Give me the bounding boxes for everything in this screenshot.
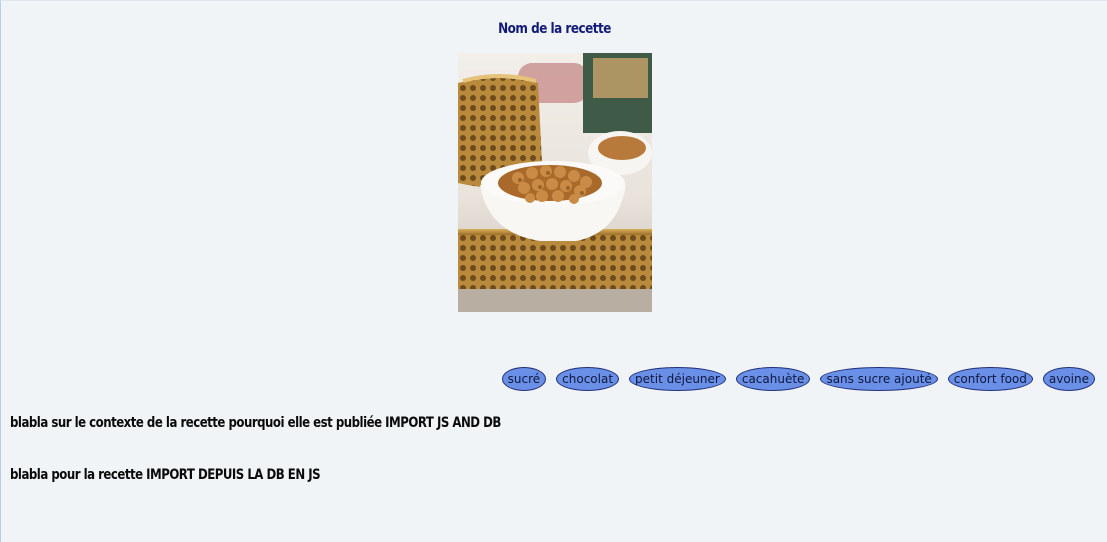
recipe-context-text: blabla sur le contexte de la recette pou… bbox=[10, 415, 501, 431]
tag-petit-dejeuner[interactable]: petit déjeuner bbox=[629, 367, 726, 391]
tag-sucre[interactable]: sucré bbox=[501, 367, 547, 391]
recipe-body-text: blabla pour la recette IMPORT DEPUIS LA … bbox=[10, 467, 321, 483]
tag-cacahuete[interactable]: cacahuète bbox=[735, 367, 811, 391]
tag-sans-sucre-ajoute[interactable]: sans sucre ajouté bbox=[820, 367, 938, 391]
recipe-photo bbox=[458, 53, 652, 312]
tag-avoine[interactable]: avoine bbox=[1042, 367, 1095, 391]
tag-list: sucré chocolat petit déjeuner cacahuète … bbox=[501, 367, 1095, 391]
tag-confort-food[interactable]: confort food bbox=[947, 367, 1033, 391]
tag-chocolat[interactable]: chocolat bbox=[556, 367, 620, 391]
recipe-title: Nom de la recette bbox=[498, 21, 611, 37]
